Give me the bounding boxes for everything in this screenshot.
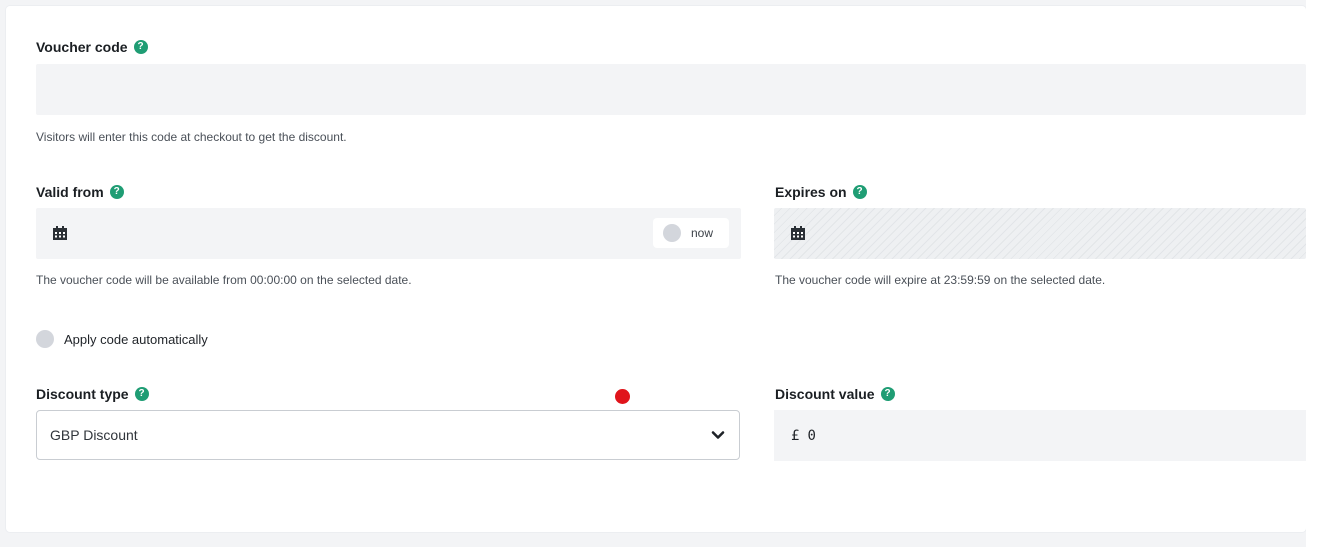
- apply-code-toggle[interactable]: [36, 330, 54, 348]
- help-icon[interactable]: ?: [134, 387, 149, 401]
- discount-type-label: Discount type ?: [36, 386, 149, 402]
- discount-value-label-text: Discount value: [775, 386, 875, 402]
- calendar-icon[interactable]: [790, 225, 806, 241]
- help-icon[interactable]: ?: [109, 185, 124, 199]
- calendar-icon[interactable]: [52, 225, 68, 241]
- expires-on-label-text: Expires on: [775, 184, 847, 200]
- expires-on-field[interactable]: [774, 208, 1306, 259]
- page-edge: [1306, 0, 1323, 547]
- voucher-code-label-text: Voucher code: [36, 39, 128, 55]
- voucher-code-label: Voucher code ?: [36, 39, 148, 55]
- now-toggle[interactable]: now: [653, 218, 729, 248]
- discount-type-select[interactable]: GBP Discount: [36, 410, 740, 460]
- valid-from-label-text: Valid from: [36, 184, 104, 200]
- discount-value-field[interactable]: £ 0: [774, 410, 1306, 461]
- apply-code-label: Apply code automatically: [64, 331, 208, 347]
- voucher-code-input[interactable]: [36, 64, 1306, 115]
- chevron-down-icon: [711, 431, 725, 439]
- red-marker-dot: [615, 389, 630, 404]
- help-icon[interactable]: ?: [133, 40, 148, 54]
- discount-type-label-text: Discount type: [36, 386, 129, 402]
- discount-value-input[interactable]: 0: [807, 428, 815, 444]
- now-toggle-dot: [663, 224, 681, 242]
- valid-from-hint: The voucher code will be available from …: [36, 273, 412, 287]
- expires-on-hint: The voucher code will expire at 23:59:59…: [775, 273, 1106, 287]
- now-label: now: [691, 226, 714, 240]
- discount-type-selected: GBP Discount: [50, 427, 138, 443]
- help-icon[interactable]: ?: [880, 387, 895, 401]
- expires-on-label: Expires on ?: [775, 184, 867, 200]
- valid-from-label: Valid from ?: [36, 184, 124, 200]
- discount-value-label: Discount value ?: [775, 386, 895, 402]
- apply-code-automatically-row[interactable]: Apply code automatically: [36, 330, 208, 348]
- help-icon[interactable]: ?: [852, 185, 867, 199]
- currency-symbol: £: [791, 427, 800, 444]
- valid-from-field[interactable]: now: [36, 208, 741, 259]
- voucher-code-input-wrapper: [36, 64, 1306, 115]
- voucher-code-hint: Visitors will enter this code at checkou…: [36, 130, 347, 144]
